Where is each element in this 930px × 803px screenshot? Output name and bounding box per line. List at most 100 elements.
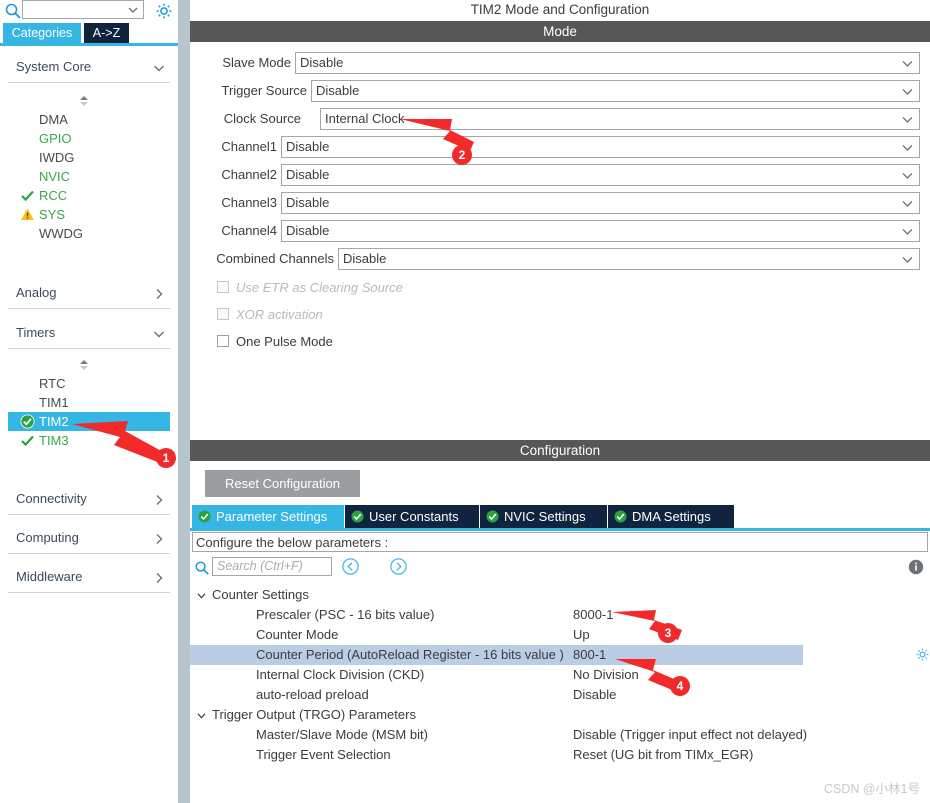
channel3-dropdown[interactable]: Disable (281, 192, 920, 214)
search-icon (194, 560, 210, 576)
sidebar-item-label: RCC (39, 188, 68, 203)
sidebar-scroll-spinner-timers[interactable] (76, 357, 92, 373)
sidebar-search-input[interactable] (22, 0, 144, 19)
tab-dma-settings[interactable]: DMA Settings (607, 505, 734, 528)
parameter-name: auto-reload preload (256, 687, 369, 702)
parameter-name: Prescaler (PSC - 16 bits value) (256, 607, 435, 622)
mode-section-body: Slave Mode Disable Trigger Source Disabl… (190, 42, 930, 434)
clock-source-dropdown[interactable]: Internal Clock (320, 108, 920, 130)
tab-nvic-settings[interactable]: NVIC Settings (479, 505, 607, 528)
sidebar-search-row (0, 0, 178, 22)
search-previous-button[interactable] (342, 558, 359, 575)
warning-icon (20, 207, 35, 222)
reset-configuration-button[interactable]: Reset Configuration (205, 470, 360, 497)
tab-a-to-z[interactable]: A->Z (84, 23, 129, 43)
configuration-section-header: Configuration (190, 440, 930, 461)
channel4-value: Disable (286, 223, 330, 238)
table-row[interactable]: Counter Mode Up (190, 625, 930, 645)
panel-divider[interactable] (178, 0, 190, 803)
sidebar-group-connectivity: Connectivity (8, 488, 170, 515)
sidebar-item-tim2[interactable]: TIM2 (8, 412, 170, 431)
sidebar-item-gpio[interactable]: GPIO (8, 129, 170, 148)
search-next-button[interactable] (390, 558, 407, 575)
sidebar-group-title: Analog (16, 285, 57, 300)
gear-icon[interactable] (154, 1, 174, 21)
tab-categories[interactable]: Categories (3, 23, 81, 43)
tree-group-counter-settings[interactable]: Counter Settings (190, 585, 930, 605)
app-root: Categories A->Z System Core DMA GPIO IWD… (0, 0, 930, 803)
chevron-right-icon (152, 287, 166, 301)
sidebar-group-header-analog[interactable]: Analog (8, 282, 170, 309)
chevron-down-icon (901, 85, 914, 98)
parameter-value: 8000-1 (573, 607, 614, 622)
table-row[interactable]: auto-reload preload Disable (190, 685, 930, 705)
field-channel4: Channel4 Disable (208, 220, 920, 242)
check-circle-icon (486, 510, 499, 523)
tree-group-trigger-output[interactable]: Trigger Output (TRGO) Parameters (190, 705, 930, 725)
table-row[interactable]: Prescaler (PSC - 16 bits value) 8000-1 (190, 605, 930, 625)
page-title: TIM2 Mode and Configuration (470, 2, 650, 17)
parameter-value: 800-1 (573, 647, 607, 662)
sidebar-group-header-computing[interactable]: Computing (8, 527, 170, 554)
chevron-down-icon (901, 57, 914, 70)
check-circle-icon (614, 510, 627, 523)
channel2-value: Disable (286, 167, 330, 182)
info-icon[interactable] (908, 559, 924, 575)
checkbox-box[interactable] (217, 335, 229, 347)
chevron-right-icon (152, 571, 166, 585)
chevron-right-icon (152, 493, 166, 507)
table-row-selected-value[interactable]: 800-1 (190, 645, 930, 665)
check-circle-icon (20, 414, 35, 429)
sidebar-item-nvic[interactable]: NVIC (8, 167, 170, 186)
parameter-search-input[interactable]: Search (Ctrl+F) (212, 557, 332, 576)
sidebar-item-rcc[interactable]: RCC (8, 186, 170, 205)
annotation-badge-2: 2 (452, 145, 472, 165)
sidebar-group-header-connectivity[interactable]: Connectivity (8, 488, 170, 515)
sidebar-item-label: IWDG (39, 150, 75, 165)
table-row[interactable]: Master/Slave Mode (MSM bit) Disable (Tri… (190, 725, 930, 745)
slave-mode-dropdown[interactable]: Disable (295, 52, 920, 74)
sidebar-item-tim3[interactable]: TIM3 (8, 431, 170, 450)
channel4-dropdown[interactable]: Disable (281, 220, 920, 242)
component-sidebar: Categories A->Z System Core DMA GPIO IWD… (0, 0, 178, 803)
sidebar-item-rtc[interactable]: RTC (8, 374, 170, 393)
component-main-panel: TIM2 Mode and Configuration Mode Slave M… (190, 0, 930, 803)
table-row[interactable]: Trigger Event Selection Reset (UG bit fr… (190, 745, 930, 765)
parameter-name: Master/Slave Mode (MSM bit) (256, 727, 428, 742)
sidebar-scroll-spinner[interactable] (76, 93, 92, 109)
channel3-value: Disable (286, 195, 330, 210)
sidebar-item-label: TIM2 (39, 414, 69, 429)
field-label: Trigger Source (221, 83, 308, 98)
sidebar-item-label: GPIO (39, 131, 72, 146)
configure-parameters-text: Configure the below parameters : (196, 535, 389, 550)
channel2-dropdown[interactable]: Disable (281, 164, 920, 186)
sidebar-group-header-system-core[interactable]: System Core (8, 56, 170, 83)
watermark: CSDN @小林1号 (823, 782, 920, 796)
sidebar-item-label: TIM1 (39, 395, 69, 410)
gear-icon[interactable] (915, 647, 930, 662)
sidebar-item-wwdg[interactable]: WWDG (8, 224, 170, 243)
sidebar-item-iwdg[interactable]: IWDG (8, 148, 170, 167)
sidebar-group-header-middleware[interactable]: Middleware (8, 566, 170, 593)
check-icon (20, 188, 35, 203)
check-icon (20, 433, 35, 448)
sidebar-group-header-timers[interactable]: Timers (8, 322, 170, 349)
chevron-down-icon (152, 327, 166, 341)
sidebar-group-system-core: System Core (8, 56, 170, 83)
channel1-dropdown[interactable]: Disable (281, 136, 920, 158)
tab-label: DMA Settings (632, 509, 711, 524)
sidebar-group-title: System Core (16, 59, 92, 74)
sidebar-item-dma[interactable]: DMA (8, 110, 170, 129)
tab-label: User Constants (369, 509, 459, 524)
sidebar-item-tim1[interactable]: TIM1 (8, 393, 170, 412)
tab-parameter-settings[interactable]: Parameter Settings (192, 505, 344, 528)
tab-user-constants[interactable]: User Constants (344, 505, 479, 528)
field-slave-mode: Slave Mode Disable (208, 52, 920, 74)
combined-channels-dropdown[interactable]: Disable (338, 248, 920, 270)
sidebar-group-title: Computing (16, 530, 79, 545)
sidebar-item-label: NVIC (39, 169, 71, 184)
table-row[interactable]: Internal Clock Division (CKD) No Divisio… (190, 665, 930, 685)
sidebar-item-sys[interactable]: SYS (8, 205, 170, 224)
trigger-source-dropdown[interactable]: Disable (311, 80, 920, 102)
chevron-down-icon (901, 225, 914, 238)
